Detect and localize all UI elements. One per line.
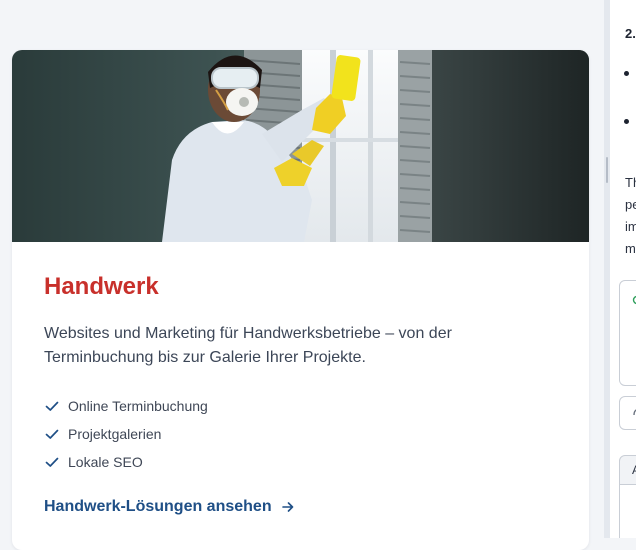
feature-item: Projektgalerien [44, 420, 564, 448]
side-heading: 2. [625, 26, 636, 41]
industry-card: Handwerk Websites und Marketing für Hand… [12, 50, 589, 550]
bullet-dot [624, 119, 629, 124]
side-table-header: A [619, 455, 636, 485]
feature-label: Projektgalerien [68, 426, 161, 442]
feature-label: Online Terminbuchung [68, 398, 208, 414]
side-line: m [625, 238, 636, 260]
handwerk-solutions-link[interactable]: Handwerk-Lösungen ansehen [44, 498, 296, 516]
circle-icon [632, 295, 636, 305]
side-paragraph: Th pe im m [625, 172, 636, 260]
card-hero-image [12, 50, 589, 242]
arrow-right-icon [280, 499, 296, 515]
check-icon [44, 454, 60, 470]
side-table-head-text: A [632, 463, 636, 477]
side-panel: 2. Th pe im m A N @ [610, 0, 636, 538]
side-table-body: N @ [619, 484, 636, 538]
bullet-dot [624, 71, 629, 76]
card-title: Handwerk [44, 272, 564, 302]
cleaning-photo [12, 50, 589, 242]
feature-list: Online Terminbuchung Projektgalerien Lok… [44, 392, 564, 476]
side-button[interactable] [619, 396, 636, 430]
side-line: Th [625, 172, 636, 194]
cta-label: Handwerk-Lösungen ansehen [44, 498, 272, 516]
feature-label: Lokale SEO [68, 454, 143, 470]
side-card[interactable] [619, 280, 636, 386]
main-area: Handwerk Websites und Marketing für Hand… [0, 0, 604, 538]
side-line: pe [625, 194, 636, 216]
side-line: im [625, 216, 636, 238]
check-icon [44, 398, 60, 414]
resize-handle[interactable] [606, 157, 608, 183]
check-icon [44, 426, 60, 442]
card-description: Websites und Marketing für Handwerksbetr… [44, 322, 564, 370]
arc-icon [632, 407, 636, 417]
card-body: Handwerk Websites und Marketing für Hand… [44, 272, 564, 516]
feature-item: Lokale SEO [44, 448, 564, 476]
feature-item: Online Terminbuchung [44, 392, 564, 420]
